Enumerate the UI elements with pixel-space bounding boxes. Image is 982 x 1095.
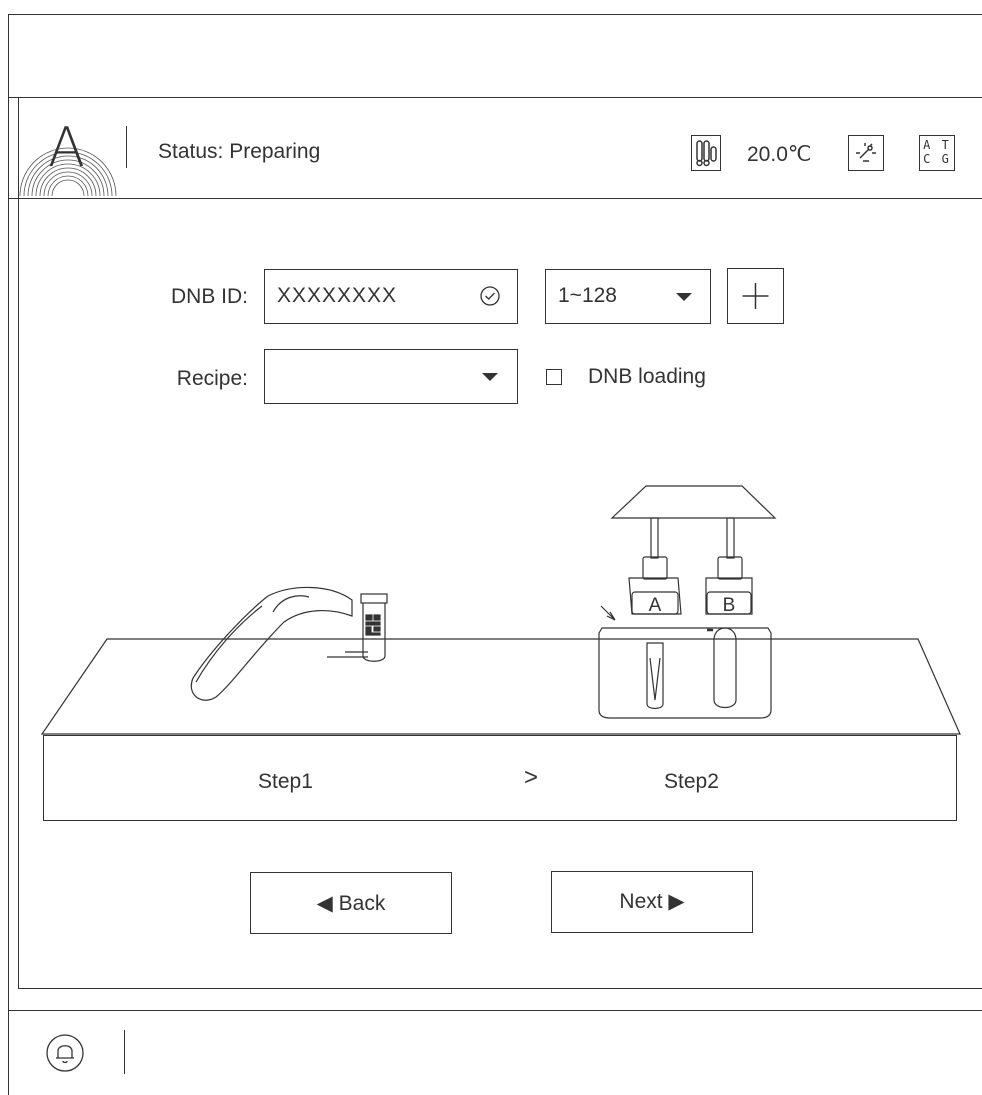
reagent-b-label: B <box>723 595 736 616</box>
content-bottom-divider <box>18 988 982 989</box>
recipe-label: Recipe: <box>176 367 248 390</box>
status-text: Status: Preparing <box>158 140 321 163</box>
recipe-select[interactable] <box>264 349 518 404</box>
dnb-id-value: XXXXXXXX <box>277 284 398 307</box>
plus-icon <box>742 283 769 309</box>
chevron-down-icon <box>482 373 498 381</box>
step-separator: > <box>524 764 539 791</box>
logo-letter: A <box>48 116 85 179</box>
plugin-icon[interactable] <box>848 135 884 171</box>
next-button-label: Next ▶ <box>619 890 685 913</box>
footer-separator <box>124 1030 125 1074</box>
chevron-down-icon <box>676 293 692 301</box>
range-select[interactable]: 1~128 <box>545 269 711 324</box>
header-top-divider <box>8 97 982 98</box>
reagent-station-icon <box>598 485 777 719</box>
step1-label: Step1 <box>258 770 313 793</box>
workflow-illustration: A B <box>40 485 961 735</box>
header-separator <box>126 126 127 168</box>
bell-icon[interactable] <box>45 1032 87 1074</box>
reagent-a-label: A <box>649 595 662 616</box>
bench-top <box>40 638 961 735</box>
step2-label: Step2 <box>664 770 719 793</box>
steps-bar: Step1 > Step2 <box>43 735 957 821</box>
atcg-icon[interactable]: A TC G <box>919 135 955 171</box>
temperature-value: 20.0℃ <box>747 143 812 166</box>
header-bottom-divider <box>8 198 982 199</box>
range-select-value: 1~128 <box>558 284 617 307</box>
back-button[interactable]: ◀ Back <box>250 872 452 934</box>
dnb-loading-label[interactable]: DNB loading <box>588 365 706 389</box>
barcode-scanner-icon <box>190 586 353 701</box>
back-button-label: ◀ Back <box>316 892 386 915</box>
temperature-icon <box>691 135 721 171</box>
footer-top-divider <box>8 1010 982 1011</box>
dnb-id-input[interactable]: XXXXXXXX <box>264 269 518 324</box>
dnb-loading-checkbox[interactable] <box>546 369 562 385</box>
next-button[interactable]: Next ▶ <box>551 871 753 933</box>
add-button[interactable] <box>727 268 784 324</box>
check-circle-icon <box>480 286 500 306</box>
dnb-id-label: DNB ID: <box>170 285 248 308</box>
